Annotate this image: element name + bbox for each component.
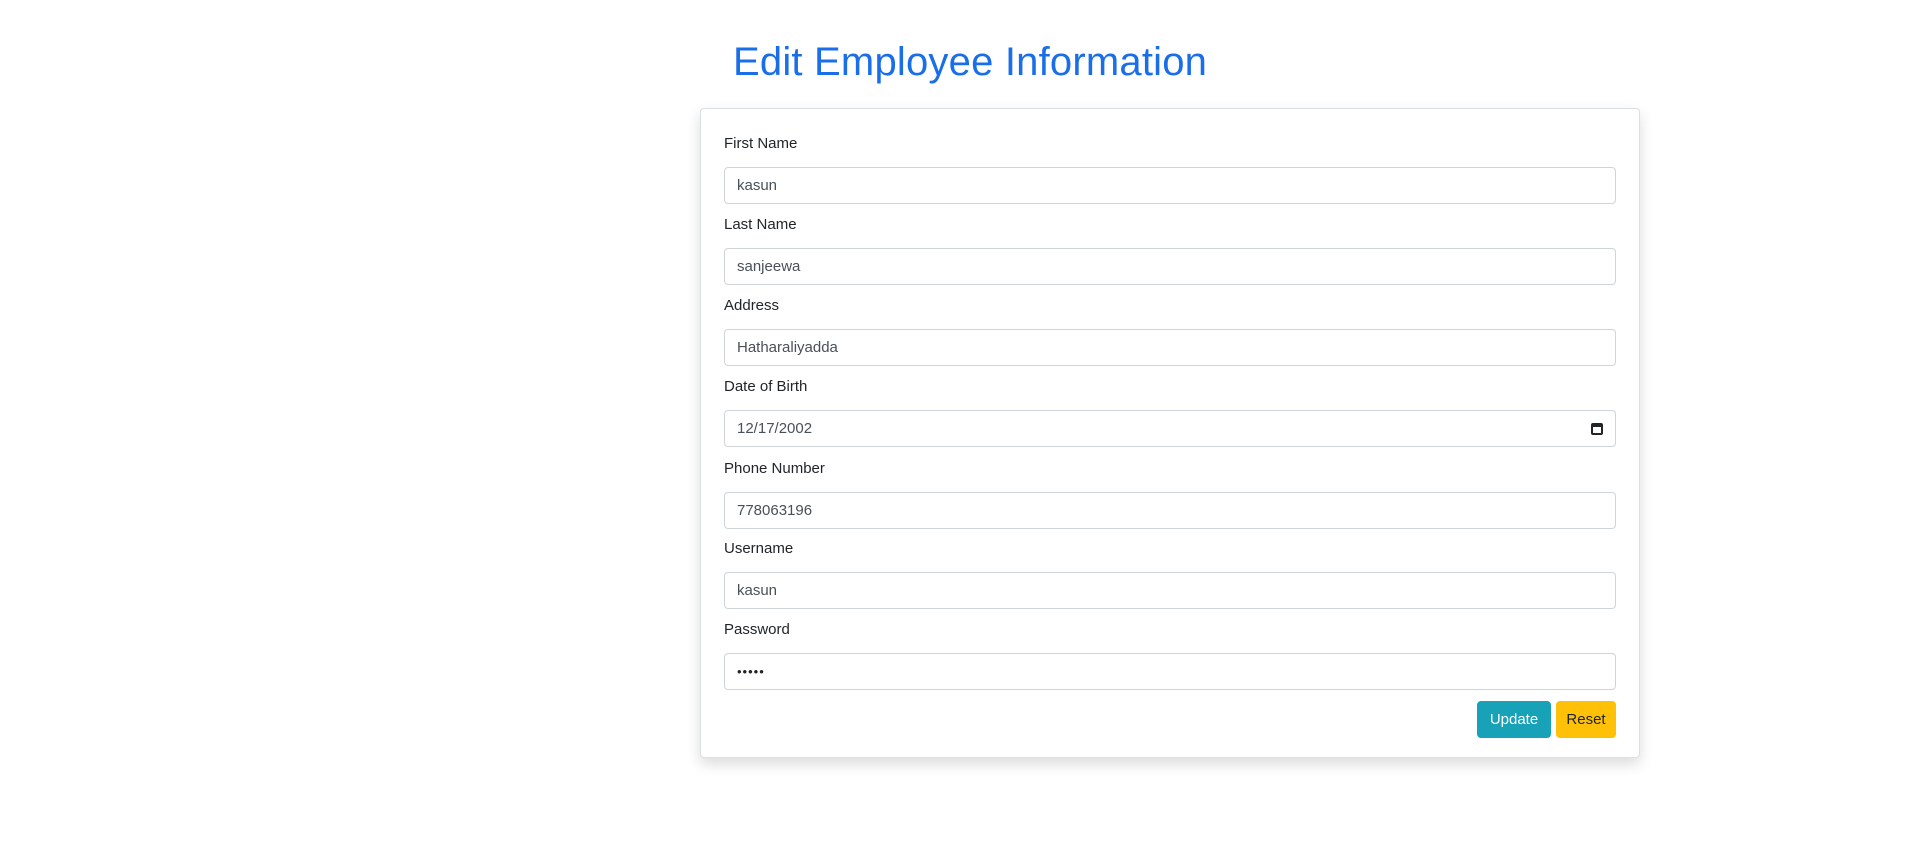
edit-employee-form: First Name kasun Last Name sanjeewa Addr… — [700, 108, 1640, 758]
password-value: ••••• — [737, 664, 765, 679]
address-value: Hatharaliyadda — [737, 339, 838, 356]
reset-button[interactable]: Reset — [1556, 701, 1616, 738]
first-name-label: First Name — [724, 135, 798, 152]
date-of-birth-value: 12/17/2002 — [737, 420, 813, 437]
last-name-field[interactable]: sanjeewa — [724, 248, 1616, 285]
username-label: Username — [724, 540, 794, 557]
password-field[interactable]: ••••• — [724, 653, 1616, 690]
date-of-birth-label: Date of Birth — [724, 378, 808, 395]
address-field[interactable]: Hatharaliyadda — [724, 329, 1616, 366]
update-button[interactable]: Update — [1477, 701, 1551, 738]
address-label: Address — [724, 297, 780, 314]
address-group: Address Hatharaliyadda — [724, 296, 1616, 366]
username-group: Username kasun — [724, 539, 1616, 609]
last-name-label: Last Name — [724, 216, 797, 233]
phone-number-label: Phone Number — [724, 460, 825, 477]
date-of-birth-field[interactable]: 12/17/2002 — [724, 410, 1616, 447]
username-value: kasun — [737, 582, 778, 599]
username-field[interactable]: kasun — [724, 572, 1616, 609]
calendar-icon[interactable] — [1591, 422, 1603, 435]
first-name-group: First Name kasun — [724, 134, 1616, 204]
last-name-group: Last Name sanjeewa — [724, 215, 1616, 285]
page-title: Edit Employee Information — [733, 40, 1208, 84]
first-name-value: kasun — [737, 177, 778, 194]
phone-number-group: Phone Number 778063196 — [724, 459, 1616, 529]
phone-number-value: 778063196 — [737, 502, 813, 519]
password-group: Password ••••• — [724, 620, 1616, 690]
first-name-field[interactable]: kasun — [724, 167, 1616, 204]
password-label: Password — [724, 621, 790, 638]
last-name-value: sanjeewa — [737, 258, 801, 275]
date-of-birth-group: Date of Birth 12/17/2002 — [724, 377, 1616, 447]
phone-number-field[interactable]: 778063196 — [724, 492, 1616, 529]
